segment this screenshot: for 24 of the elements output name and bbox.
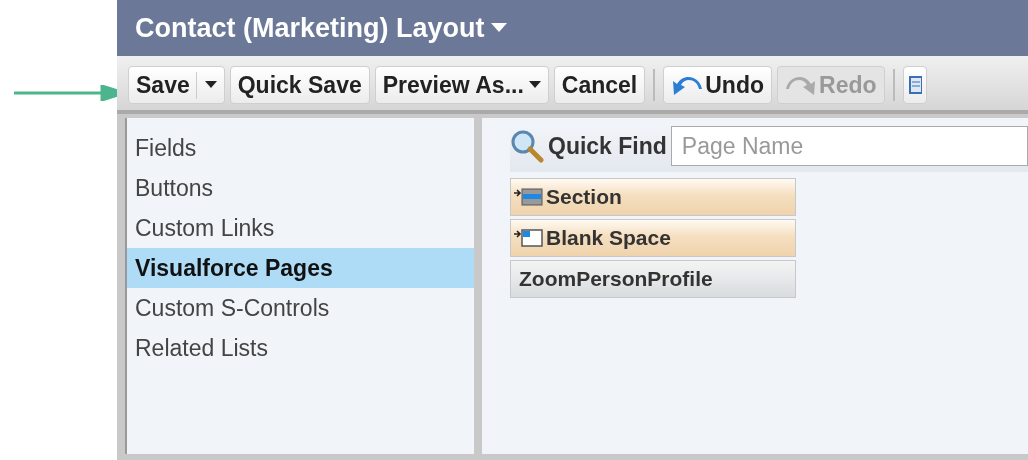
palette-item[interactable]: ZoomPersonProfile <box>510 260 796 298</box>
layout-properties-button[interactable] <box>902 66 927 104</box>
sidebar-item[interactable]: Fields <box>127 128 474 168</box>
quick-find-field[interactable]: Page Name <box>670 126 1028 166</box>
undo-button[interactable]: Undo <box>663 66 772 104</box>
sidebar-item[interactable]: Buttons <box>127 168 474 208</box>
layout-title[interactable]: Contact (Marketing) Layout <box>135 12 485 44</box>
search-icon <box>510 129 544 163</box>
section-icon <box>514 187 544 207</box>
toolbar-button[interactable]: Quick Save <box>229 66 370 104</box>
caret-icon[interactable] <box>204 81 217 89</box>
save-button[interactable]: Save <box>128 66 225 104</box>
document-icon <box>907 74 922 96</box>
caret-icon[interactable] <box>528 81 541 89</box>
sidebar-item[interactable]: Related Lists <box>127 328 474 368</box>
palette-item[interactable]: Section <box>510 178 796 216</box>
toolbar-button[interactable]: Cancel <box>553 66 646 104</box>
sidebar-item[interactable]: Custom S-Controls <box>127 288 474 328</box>
quick-find-label: Quick Find <box>548 132 667 160</box>
blank-space-icon <box>514 228 544 248</box>
sidebar-item[interactable]: Visualforce Pages <box>127 248 474 288</box>
preview-as-button[interactable]: Preview As... <box>374 66 549 104</box>
sidebar-item[interactable]: Custom Links <box>127 208 474 248</box>
palette-item[interactable]: Blank Space <box>510 219 796 257</box>
